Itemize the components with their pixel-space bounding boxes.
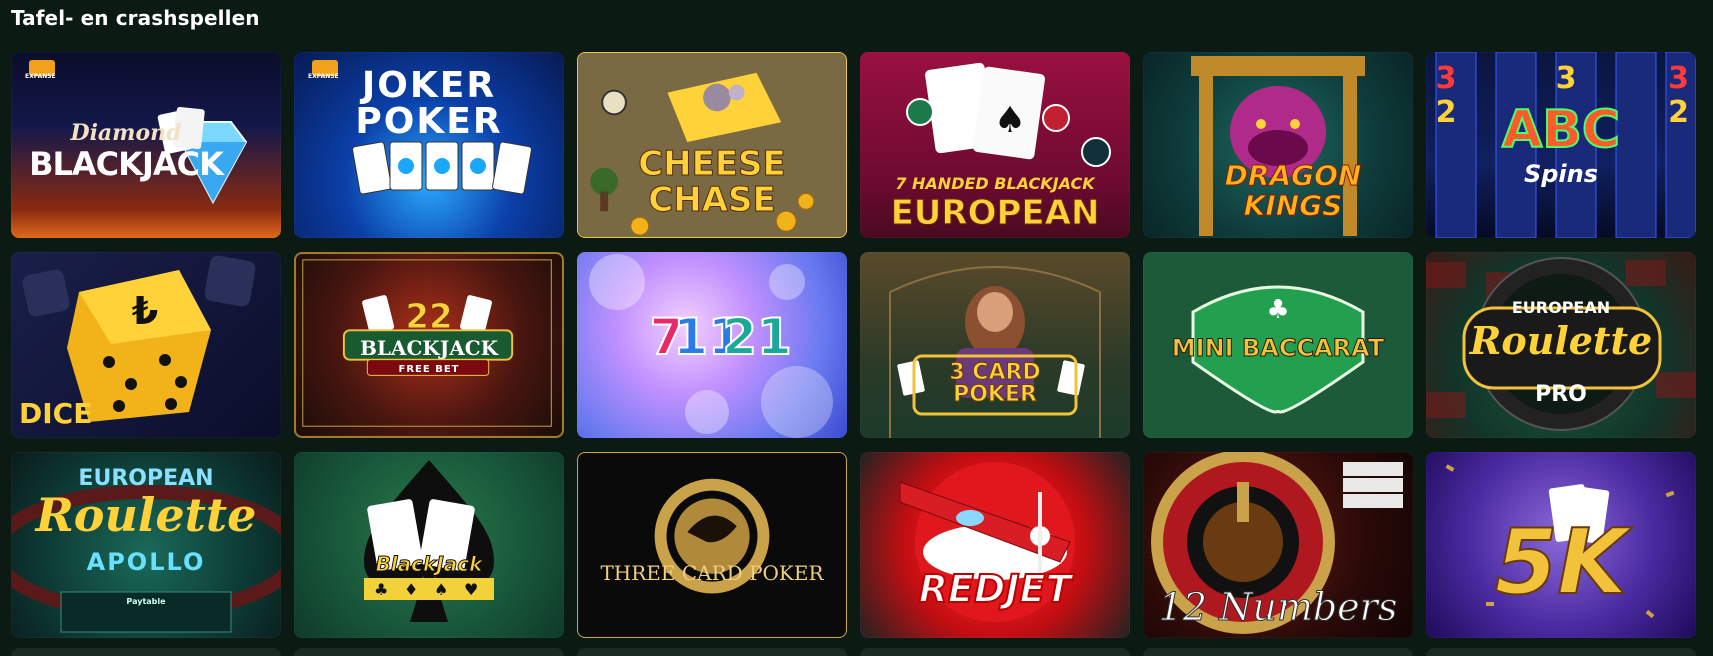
game-tile-7-handed-blackjack[interactable]: ♠ 7 HANDED BLACKJACK EUROPEAN bbox=[860, 52, 1130, 238]
svg-text:♣: ♣ bbox=[1266, 295, 1289, 325]
game-tile-dragon-kings[interactable]: DRAGON KINGS bbox=[1143, 52, 1413, 238]
partial-tile[interactable] bbox=[577, 648, 847, 656]
next-row-partial bbox=[11, 648, 1696, 656]
games-grid: EXPANSE Diamond BLACKJACK EXPANSE JOKER … bbox=[11, 52, 1696, 638]
22-blackjack-art bbox=[302, 259, 552, 427]
game-tile-joker-poker[interactable]: EXPANSE JOKER POKER bbox=[294, 52, 564, 238]
svg-text:♠: ♠ bbox=[994, 100, 1026, 141]
5k-art bbox=[1445, 464, 1675, 619]
redjet-art bbox=[899, 462, 1075, 622]
game-tile-5k[interactable]: 5K bbox=[1426, 452, 1696, 638]
7-handed-blackjack-art: ♠ bbox=[906, 62, 1111, 167]
game-tile-12-numbers[interactable]: 12 Numbers bbox=[1143, 452, 1413, 638]
joker-poker-art bbox=[312, 60, 532, 195]
partial-tile[interactable] bbox=[1426, 648, 1696, 656]
european-roulette-pro-art bbox=[1426, 257, 1696, 431]
game-tile-mini-baccarat[interactable]: ♣ MINI BACCARAT bbox=[1143, 252, 1413, 438]
svg-text:♣: ♣ bbox=[374, 580, 388, 599]
section-title: Tafel- en crashspellen bbox=[11, 6, 260, 30]
svg-text:♠: ♠ bbox=[434, 580, 448, 599]
diamond-blackjack-art bbox=[29, 60, 248, 205]
game-tile-dice[interactable]: ₺ DICE bbox=[11, 252, 281, 438]
european-roulette-apollo-art bbox=[11, 485, 281, 633]
game-tile-european-roulette-pro[interactable]: EUROPEAN Roulette PRO bbox=[1426, 252, 1696, 438]
game-tile-abc-spins[interactable]: 3 3 3 2 2 ABC Spins bbox=[1426, 52, 1696, 238]
mini-baccarat-art: ♣ bbox=[1191, 285, 1365, 414]
dice-art: ₺ bbox=[22, 255, 256, 422]
cheese-chase-art bbox=[578, 53, 846, 237]
game-tile-diamond-blackjack[interactable]: EXPANSE Diamond BLACKJACK bbox=[11, 52, 281, 238]
partial-tile[interactable] bbox=[1143, 648, 1413, 656]
partial-tile[interactable] bbox=[294, 648, 564, 656]
game-tile-three-card-poker[interactable]: THREE CARD POKER bbox=[577, 452, 847, 638]
blackjack-art: ♣ ♦ ♠ ♥ bbox=[364, 460, 494, 622]
three-card-poker-art bbox=[654, 478, 770, 594]
game-tile-3-card-poker[interactable]: 3 CARD POKER bbox=[860, 252, 1130, 438]
partial-tile[interactable] bbox=[860, 648, 1130, 656]
game-tile-cheese-chase[interactable]: CHEESE CHASE bbox=[577, 52, 847, 238]
svg-text:♥: ♥ bbox=[464, 580, 478, 599]
12-numbers-art bbox=[1151, 452, 1403, 634]
7-11-21-art bbox=[589, 254, 833, 438]
svg-text:₺: ₺ bbox=[132, 289, 158, 333]
svg-text:♦: ♦ bbox=[404, 580, 418, 599]
partial-tile[interactable] bbox=[11, 648, 281, 656]
game-tile-redjet[interactable]: REDJET bbox=[860, 452, 1130, 638]
game-tile-7-11-21[interactable]: 7 11 21 bbox=[577, 252, 847, 438]
game-tile-blackjack[interactable]: ♣ ♦ ♠ ♥ BlackJack bbox=[294, 452, 564, 638]
dragon-kings-art bbox=[1191, 56, 1365, 236]
game-tile-european-roulette-apollo[interactable]: EUROPEAN Roulette APOLLO Paytable bbox=[11, 452, 281, 638]
3-card-poker-art bbox=[889, 266, 1101, 438]
abc-spins-art bbox=[1435, 52, 1696, 238]
game-tile-22-blackjack[interactable]: 22 BLACKJACK FREE BET bbox=[294, 252, 564, 438]
